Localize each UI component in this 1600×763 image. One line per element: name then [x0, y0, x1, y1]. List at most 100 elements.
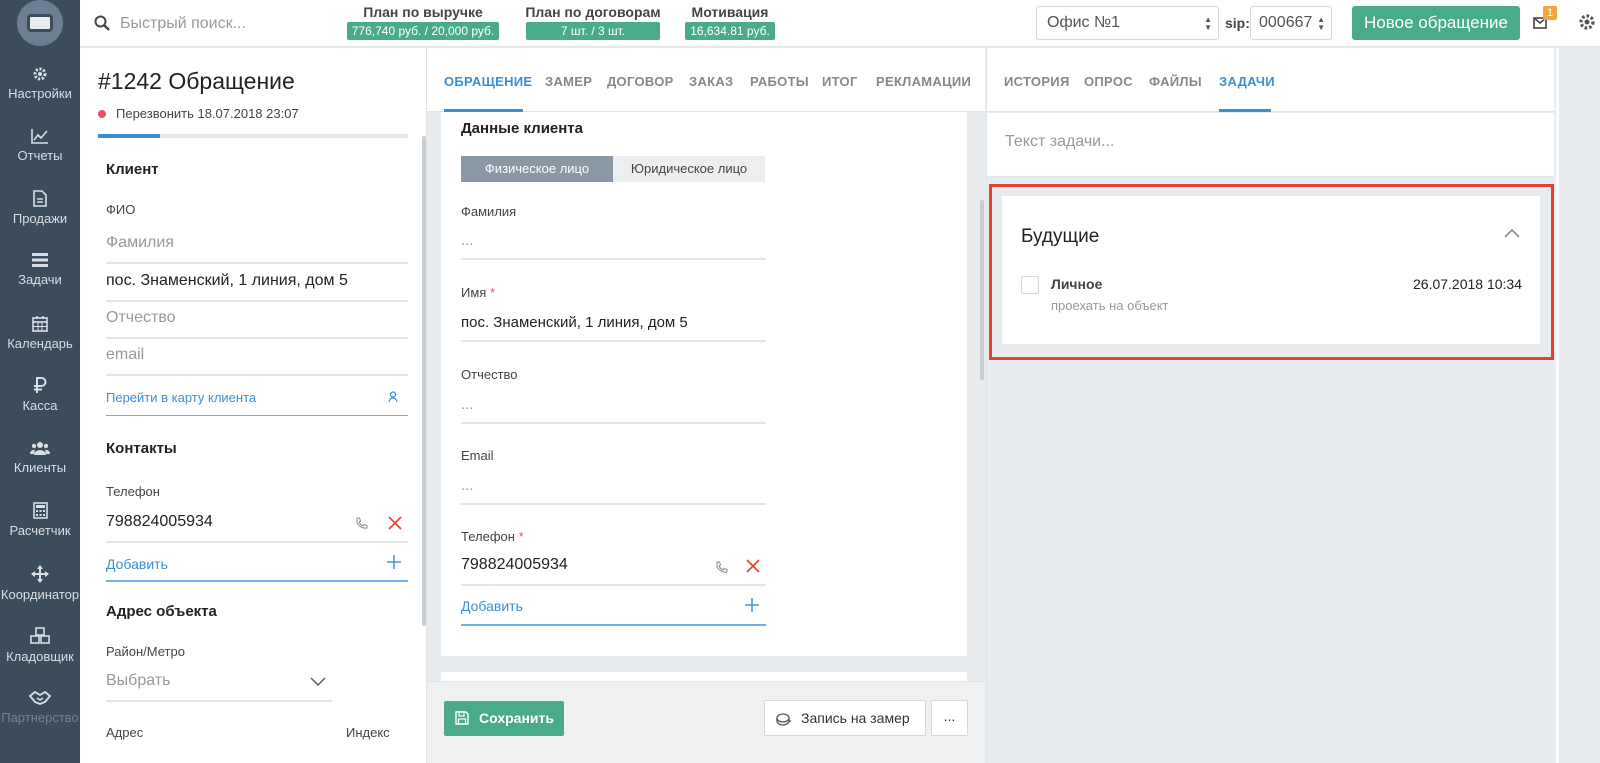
save-button[interactable]: Сохранить — [444, 701, 564, 736]
sidebar-item-coordinator[interactable]: Координатор — [0, 565, 80, 602]
sidebar-item-tasks[interactable]: Задачи — [0, 252, 80, 287]
name-field[interactable]: пос. Знаменский, 1 линия, дом 5 — [106, 264, 408, 302]
sip-select-value: 000667 — [1259, 14, 1313, 31]
patronymic-input[interactable]: ... — [461, 388, 766, 424]
info-tabs: ИСТОРИЯ ОПРОС ФАЙЛЫ ЗАДАЧИ — [987, 48, 1554, 112]
contacts-section-title: Контакты — [106, 440, 177, 457]
settings-gear-icon[interactable] — [1577, 12, 1597, 32]
save-icon — [455, 711, 469, 725]
document-icon — [33, 190, 47, 207]
cubes-icon — [30, 627, 50, 644]
legal-entity-option[interactable]: Юридическое лицо — [613, 156, 765, 182]
district-select-value: Выбрать — [106, 672, 171, 689]
add-phone-button[interactable]: Добавить — [461, 590, 766, 626]
address-section-title: Адрес объекта — [106, 603, 217, 620]
email-field[interactable]: email — [106, 338, 408, 376]
chart-line-icon — [31, 129, 48, 144]
client-data-card: Данные клиента Физическое лицо Юридическ… — [441, 112, 967, 656]
measure-appointment-button[interactable]: Запись на замер — [764, 700, 926, 736]
sidebar-item-label: Координатор — [0, 587, 80, 602]
search-icon — [94, 15, 110, 31]
phone-icon[interactable] — [355, 517, 368, 530]
name-input[interactable]: пос. Знаменский, 1 линия, дом 5 — [461, 306, 766, 342]
client-card-link-text: Перейти в карту клиента — [106, 390, 257, 405]
tab-result[interactable]: ИТОГ — [822, 74, 858, 89]
phone-field[interactable]: 798824005934 — [106, 503, 408, 543]
sidebar-item-label: Продажи — [12, 211, 68, 226]
sidebar-item-settings[interactable]: Настройки — [0, 66, 80, 101]
surname-field[interactable]: Фамилия — [106, 226, 408, 264]
sidebar-item-calendar[interactable]: Календарь — [0, 315, 80, 351]
active-tab-indicator — [1219, 109, 1271, 112]
sidebar-item-cash[interactable]: Касса — [0, 377, 80, 413]
add-phone-label: Добавить — [106, 556, 168, 572]
tab-files[interactable]: ФАЙЛЫ — [1149, 74, 1202, 89]
sidebar-item-label: Задачи — [18, 272, 62, 287]
sidebar-item-clients[interactable]: Клиенты — [0, 440, 80, 475]
more-actions-button[interactable]: ... — [931, 700, 968, 736]
task-text-input[interactable]: Текст задачи... — [987, 113, 1554, 177]
individual-option[interactable]: Физическое лицо — [461, 156, 613, 182]
highlight-frame — [989, 184, 1554, 360]
scrollbar[interactable] — [422, 136, 426, 626]
scrollbar[interactable] — [980, 200, 984, 380]
district-label: Район/Метро — [106, 644, 185, 659]
motivation: Мотивация 16,634.81 руб. — [684, 4, 776, 40]
sidebar-item-label: Кладовщик — [6, 649, 74, 664]
email-input[interactable]: ... — [461, 469, 766, 505]
office-select-value: Офис №1 — [1047, 14, 1121, 31]
search-input[interactable] — [120, 11, 350, 37]
required-mark: * — [489, 285, 496, 300]
page-title: #1242 Обращение — [98, 68, 295, 94]
address-label: Адрес — [106, 725, 144, 740]
new-request-button[interactable]: Новое обращение — [1352, 6, 1520, 40]
sidebar-item-calculator[interactable]: Расчетчик — [0, 502, 80, 538]
tab-tasks[interactable]: ЗАДАЧИ — [1219, 74, 1275, 89]
users-icon — [30, 442, 50, 455]
save-label: Сохранить — [479, 710, 554, 726]
client-card-link[interactable]: Перейти в карту клиента — [106, 380, 408, 416]
tab-request[interactable]: ОБРАЩЕНИЕ — [444, 74, 532, 89]
callback-text: Перезвонить 18.07.2018 23:07 — [116, 106, 299, 121]
sidebar: Настройки Отчеты Продажи Задачи Календар… — [0, 0, 80, 763]
side-info-panel: ИСТОРИЯ ОПРОС ФАЙЛЫ ЗАДАЧИ Текст задачи.… — [986, 48, 1573, 763]
sidebar-item-label: Настройки — [8, 86, 72, 101]
callback-reminder: Перезвонить 18.07.2018 23:07 — [98, 106, 299, 121]
tab-order[interactable]: ЗАКАЗ — [689, 74, 734, 89]
surname-input[interactable]: ... — [461, 224, 766, 260]
tab-history[interactable]: ИСТОРИЯ — [1004, 74, 1070, 89]
sidebar-item-storekeeper[interactable]: Кладовщик — [0, 627, 80, 664]
app-logo[interactable] — [17, 0, 63, 46]
select-arrows-icon: ▲ ▼ — [1317, 15, 1325, 32]
client-type-toggle: Физическое лицо Юридическое лицо — [461, 156, 765, 182]
sidebar-item-label: Расчетчик — [9, 523, 71, 538]
tab-claims[interactable]: РЕКЛАМАЦИИ — [876, 74, 971, 89]
tab-measure[interactable]: ЗАМЕР — [545, 74, 592, 89]
office-select[interactable]: Офис №1 ▲ ▼ — [1036, 6, 1219, 40]
required-mark: * — [518, 529, 524, 544]
tab-survey[interactable]: ОПРОС — [1084, 74, 1133, 89]
phone-label: Телефон — [106, 484, 160, 499]
handshake-icon — [29, 690, 51, 705]
sidebar-item-partnership[interactable]: Партнерство — [0, 690, 80, 725]
phone-input[interactable]: 798824005934 — [461, 548, 766, 586]
district-select[interactable]: Выбрать — [106, 664, 332, 702]
remove-phone-icon[interactable] — [746, 559, 760, 573]
sidebar-item-reports[interactable]: Отчеты — [0, 128, 80, 163]
sidebar-item-sales[interactable]: Продажи — [0, 190, 80, 226]
phone-icon[interactable] — [715, 561, 728, 574]
add-phone-button[interactable]: Добавить — [106, 546, 408, 582]
fio-label: ФИО — [106, 202, 136, 217]
user-icon — [388, 391, 398, 403]
patronymic-field[interactable]: Отчество — [106, 301, 408, 339]
sip-select[interactable]: 000667 ▲ ▼ — [1250, 6, 1332, 40]
tab-contract[interactable]: ДОГОВОР — [607, 74, 674, 89]
tab-works[interactable]: РАБОТЫ — [750, 74, 809, 89]
remove-phone-icon[interactable] — [388, 516, 402, 530]
tasks-icon — [32, 253, 48, 267]
form-footer: Сохранить Запись на замер ... — [427, 681, 985, 763]
calculator-icon — [32, 502, 48, 519]
ruble-icon — [34, 377, 47, 393]
phone-label-text: Телефон — [461, 529, 515, 544]
mail-count-badge: 1 — [1543, 6, 1558, 20]
